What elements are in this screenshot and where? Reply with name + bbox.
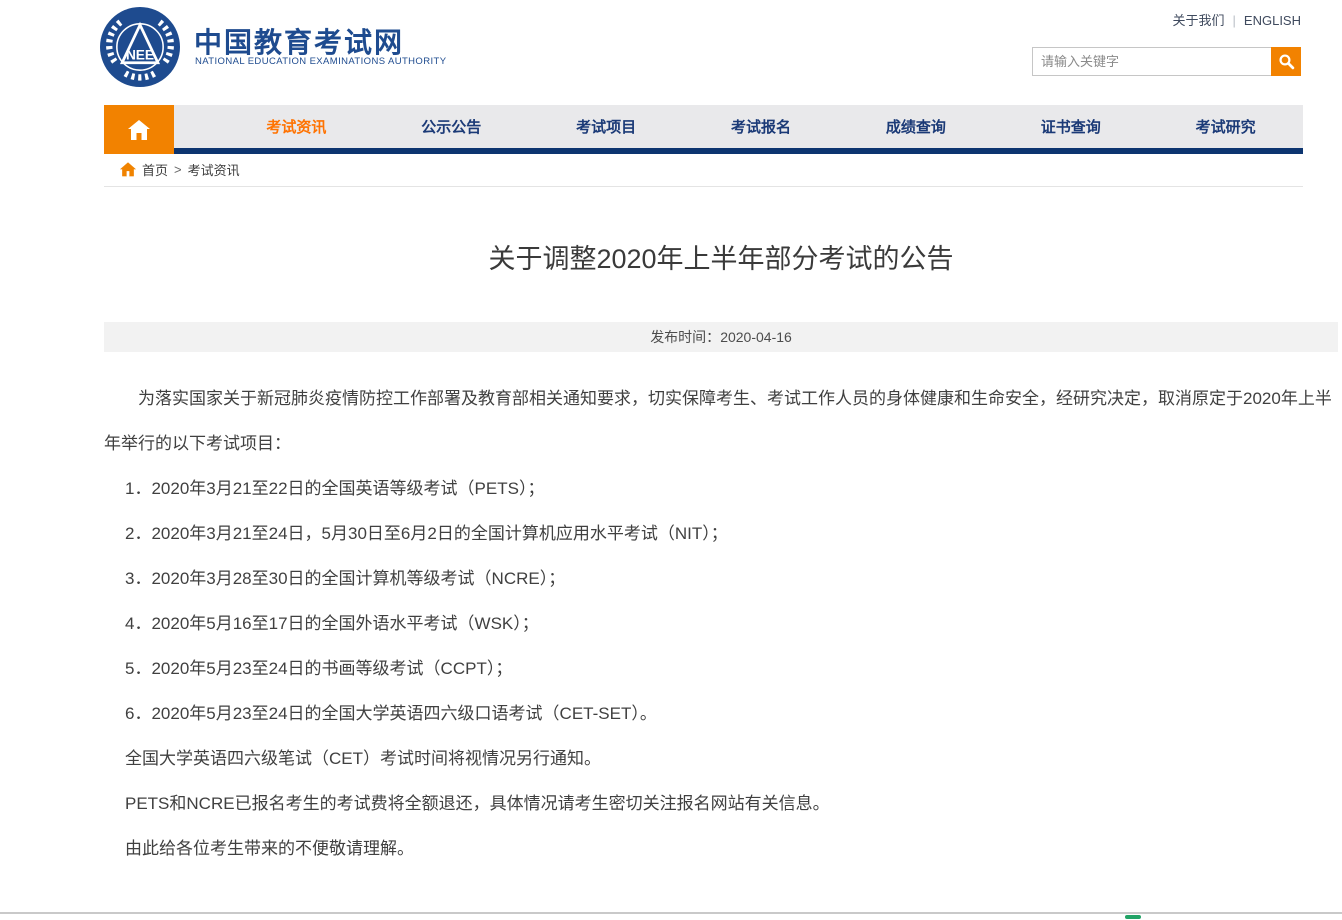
breadcrumb-divider bbox=[104, 186, 1303, 187]
publish-date: 2020-04-16 bbox=[720, 329, 792, 345]
bottom-divider-line bbox=[0, 912, 1342, 914]
article-body: 为落实国家关于新冠肺炎疫情防控工作部署及教育部相关通知要求，切实保障考生、考试工… bbox=[104, 376, 1337, 871]
nav-item-score-inquiry[interactable]: 成绩查询 bbox=[838, 116, 993, 137]
main-nav: 考试资讯 公示公告 考试项目 考试报名 成绩查询 证书查询 考试研究 bbox=[174, 105, 1303, 148]
breadcrumb-home-icon bbox=[120, 162, 136, 177]
page-title: 关于调整2020年上半年部分考试的公告 bbox=[104, 237, 1338, 276]
site-subtitle: NATIONAL EDUCATION EXAMINATIONS AUTHORIT… bbox=[195, 56, 446, 67]
neea-emblem-logo: NEE bbox=[100, 7, 180, 87]
article-list-item-5: 5．2020年5月23至24日的书画等级考试（CCPT）； bbox=[104, 646, 1337, 691]
site-title: 中国教育考试网 bbox=[194, 21, 404, 61]
nav-item-exam-research[interactable]: 考试研究 bbox=[1148, 116, 1303, 137]
article-paragraph: PETS和NCRE已报名考生的考试费将全额退还，具体情况请考生密切关注报名网站有… bbox=[104, 781, 1337, 826]
breadcrumb: 首页 > 考试资讯 bbox=[120, 159, 240, 179]
nav-underline bbox=[174, 148, 1303, 154]
article-list-item-6: 6．2020年5月23至24日的全国大学英语四六级口语考试（CET-SET）。 bbox=[104, 691, 1337, 736]
nav-item-public-notices[interactable]: 公示公告 bbox=[374, 116, 529, 137]
breadcrumb-current[interactable]: 考试资讯 bbox=[188, 160, 240, 179]
publish-time-bar: 发布时间：2020-04-16 bbox=[104, 322, 1338, 352]
emblem-text: NEE bbox=[126, 48, 154, 63]
article-paragraph: 全国大学英语四六级笔试（CET）考试时间将视情况另行通知。 bbox=[104, 736, 1337, 781]
nav-item-exam-programs[interactable]: 考试项目 bbox=[529, 116, 684, 137]
page: NEE 中国教育考试网 NATIONAL EDUCATION EXAMINATI… bbox=[0, 0, 1342, 920]
article-paragraph: 由此给各位考生带来的不便敬请理解。 bbox=[104, 826, 1337, 871]
nav-item-exam-registration[interactable]: 考试报名 bbox=[684, 116, 839, 137]
breadcrumb-separator: > bbox=[174, 162, 182, 177]
publish-time-label: 发布时间： bbox=[650, 329, 720, 345]
top-links-separator: | bbox=[1233, 13, 1236, 28]
search-icon bbox=[1278, 53, 1295, 70]
nav-item-exam-news[interactable]: 考试资讯 bbox=[219, 116, 374, 137]
article-list-item-1: 1．2020年3月21至22日的全国英语等级考试（PETS）； bbox=[104, 466, 1337, 511]
search-button[interactable] bbox=[1271, 47, 1301, 76]
taskbar-green-mark bbox=[1125, 915, 1141, 919]
top-links: 关于我们 | ENGLISH bbox=[1173, 10, 1301, 29]
article-list-item-2: 2．2020年3月21至24日，5月30日至6月2日的全国计算机应用水平考试（N… bbox=[104, 511, 1337, 556]
search-box bbox=[1032, 47, 1301, 76]
article-list-item-4: 4．2020年5月16至17日的全国外语水平考试（WSK）； bbox=[104, 601, 1337, 646]
english-link[interactable]: ENGLISH bbox=[1244, 13, 1301, 28]
nav-home-button[interactable] bbox=[104, 105, 174, 154]
article-paragraph: 为落实国家关于新冠肺炎疫情防控工作部署及教育部相关通知要求，切实保障考生、考试工… bbox=[104, 376, 1337, 466]
home-icon bbox=[127, 119, 151, 141]
about-us-link[interactable]: 关于我们 bbox=[1173, 13, 1225, 28]
article-list-item-3: 3．2020年3月28至30日的全国计算机等级考试（NCRE）； bbox=[104, 556, 1337, 601]
nav-item-certificate-inquiry[interactable]: 证书查询 bbox=[993, 116, 1148, 137]
search-input[interactable] bbox=[1032, 47, 1271, 76]
breadcrumb-home-link[interactable]: 首页 bbox=[142, 160, 168, 179]
